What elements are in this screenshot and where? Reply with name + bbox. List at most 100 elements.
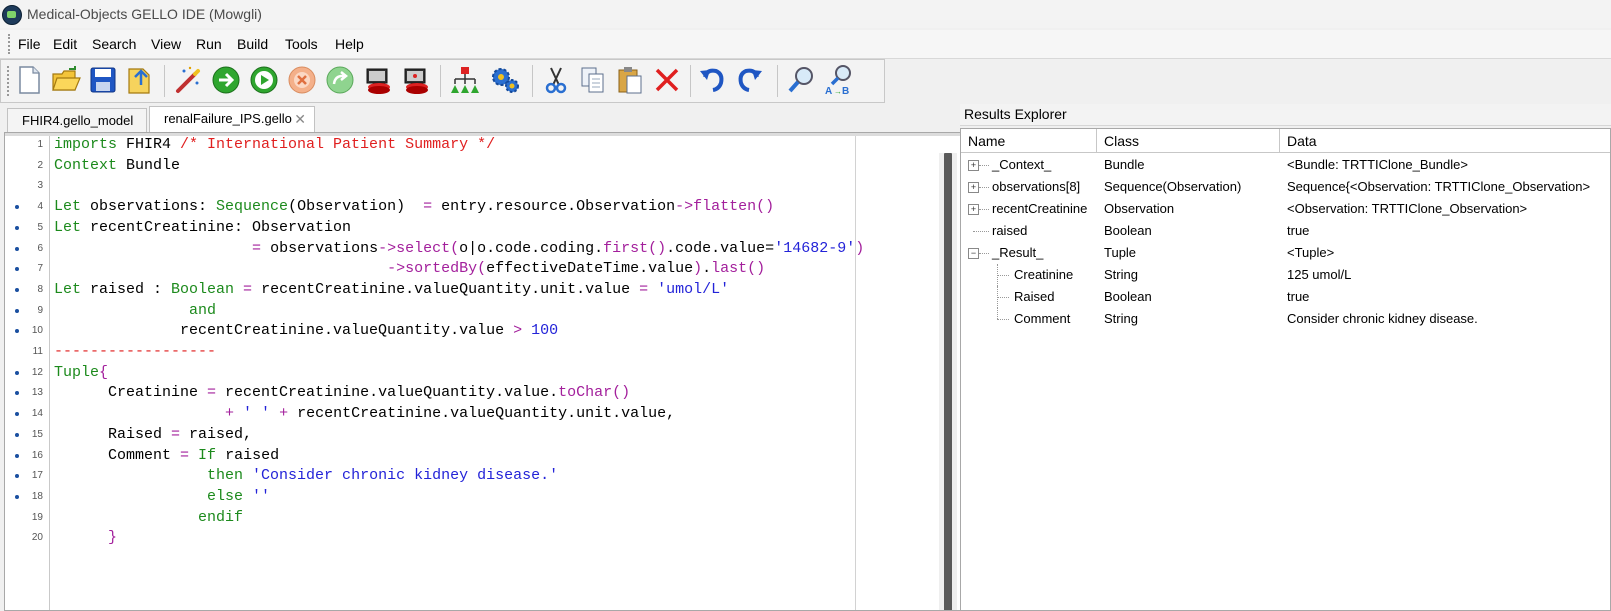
code-token: then [207, 467, 253, 485]
replace-icon: A → B [825, 65, 851, 96]
replace-button[interactable]: A → B [822, 63, 856, 97]
debug-button[interactable] [361, 63, 395, 97]
breakpoint-marker-icon[interactable] [15, 225, 19, 230]
undo-button[interactable] [695, 63, 729, 97]
code-token: and [189, 301, 217, 319]
open-button[interactable] [49, 63, 83, 97]
menu-build[interactable]: Build [237, 36, 268, 52]
code-line[interactable]: 19 endif [5, 507, 935, 528]
result-row[interactable]: + recentCreatinine Observation <Observation… [961, 198, 1610, 220]
line-number: 7 [37, 263, 43, 275]
code-line[interactable]: 12 Tuple{ [5, 362, 935, 383]
toolbar: A → B [0, 59, 885, 103]
result-row[interactable]: Creatinine String 125 umol/L [961, 264, 1610, 286]
breakpoint-marker-icon[interactable] [15, 246, 19, 251]
stop-button[interactable] [285, 63, 319, 97]
column-header-name[interactable]: Name [961, 129, 1097, 153]
menu-file[interactable]: File [18, 36, 41, 52]
line-number: 5 [37, 221, 43, 233]
collapse-icon[interactable]: − [968, 248, 979, 259]
breakpoint-marker-icon[interactable] [15, 412, 19, 417]
result-row[interactable]: Raised Boolean true [961, 286, 1610, 308]
code-line[interactable]: 6 = observations->select(o|o.code.coding… [5, 238, 935, 259]
menu-edit[interactable]: Edit [53, 36, 77, 52]
expand-icon[interactable]: + [968, 160, 979, 171]
go-button[interactable] [209, 63, 243, 97]
debug2-button[interactable] [399, 63, 433, 97]
code-line[interactable]: 8 Let raised : Boolean = recentCreatinine… [5, 279, 935, 300]
result-row[interactable]: + _Context_ Bundle <Bundle: TRTTIClone_Bund… [961, 154, 1610, 176]
line-number: 11 [32, 346, 43, 357]
save-icon [90, 67, 116, 93]
breakpoint-marker-icon[interactable] [15, 308, 19, 313]
result-row[interactable]: Comment String Consider chronic kidney dis… [961, 308, 1610, 330]
find-button[interactable] [784, 63, 818, 97]
result-row[interactable]: − _Result_ Tuple <Tuple> [961, 242, 1610, 264]
code-line[interactable]: 20 } [5, 527, 935, 548]
menu-run[interactable]: Run [196, 36, 222, 52]
scrollbar-thumb[interactable] [944, 153, 952, 610]
new-file-button[interactable] [12, 63, 46, 97]
settings-button[interactable] [488, 63, 522, 97]
code-line[interactable]: 1 imports FHIR4 /* International Patient … [5, 134, 935, 155]
tab-fhir4-model[interactable]: FHIR4.gello_model [7, 108, 147, 132]
tab-renalfailure[interactable]: renalFailure_IPS.gello ✕ [149, 106, 315, 132]
run-button[interactable] [247, 63, 281, 97]
result-row[interactable]: raised Boolean true [961, 220, 1610, 242]
code-line[interactable]: 4 Let observations: Sequence(Observation)… [5, 196, 935, 217]
tab-label: FHIR4.gello_model [22, 113, 134, 128]
breakpoint-marker-icon[interactable] [15, 329, 19, 334]
breakpoint-marker-icon[interactable] [15, 494, 19, 499]
code-line[interactable]: 9 and [5, 300, 935, 321]
vertical-scrollbar[interactable] [939, 153, 957, 610]
code-token: Raised [54, 425, 172, 443]
code-token: = [639, 280, 658, 298]
open-recent-button[interactable] [123, 63, 157, 97]
tree-connector [979, 209, 989, 210]
breakpoint-marker-icon[interactable] [15, 287, 19, 292]
cut-button[interactable] [539, 63, 573, 97]
breakpoint-marker-icon[interactable] [15, 453, 19, 458]
expand-icon[interactable]: + [968, 182, 979, 193]
code-editor[interactable]: 1 imports FHIR4 /* International Patient … [4, 132, 962, 611]
close-tab-icon[interactable]: ✕ [294, 107, 306, 131]
paste-button[interactable] [613, 63, 647, 97]
breakpoint-marker-icon[interactable] [15, 391, 19, 396]
breakpoint-marker-icon[interactable] [15, 474, 19, 479]
breakpoint-marker-icon[interactable] [15, 432, 19, 437]
code-line[interactable]: 3 [5, 175, 935, 196]
code-line[interactable]: 5 Let recentCreatinine: Observation [5, 217, 935, 238]
code-text: recentCreatinine.valueQuantity.value > 1… [54, 320, 558, 341]
breakpoint-marker-icon[interactable] [15, 370, 19, 375]
code-line[interactable]: 7 ->sortedBy(effectiveDateTime.value).la… [5, 258, 935, 279]
code-line[interactable]: 13 Creatinine = recentCreatinine.valueQu… [5, 382, 935, 403]
column-header-data[interactable]: Data [1280, 129, 1610, 153]
expand-icon[interactable]: + [968, 204, 979, 215]
code-line[interactable]: 16 Comment = If raised [5, 445, 935, 466]
results-explorer[interactable]: Name Class Data + _Context_ Bundle <Bundle:… [960, 128, 1611, 611]
code-line[interactable]: 11 ------------------ [5, 341, 935, 362]
wizard-button[interactable] [171, 63, 205, 97]
settings-gears-icon [492, 68, 519, 93]
code-line[interactable]: 14 + ' ' + recentCreatinine.valueQuantit… [5, 403, 935, 424]
toolbar-separator [777, 65, 778, 97]
redo-button[interactable] [733, 63, 767, 97]
step-button[interactable] [323, 63, 357, 97]
code-line[interactable]: 18 else '' [5, 486, 935, 507]
code-line[interactable]: 17 then 'Consider chronic kidney disease… [5, 465, 935, 486]
delete-button[interactable] [650, 63, 684, 97]
code-line[interactable]: 2 Context Bundle [5, 155, 935, 176]
save-button[interactable] [86, 63, 120, 97]
copy-button[interactable] [576, 63, 610, 97]
hierarchy-button[interactable] [448, 63, 482, 97]
menu-view[interactable]: View [151, 36, 181, 52]
menu-help[interactable]: Help [335, 36, 364, 52]
menu-search[interactable]: Search [92, 36, 136, 52]
breakpoint-marker-icon[interactable] [15, 267, 19, 272]
breakpoint-marker-icon[interactable] [15, 205, 19, 210]
result-row[interactable]: + observations[8] Sequence(Observation) Seq… [961, 176, 1610, 198]
code-line[interactable]: 15 Raised = raised, [5, 424, 935, 445]
menu-tools[interactable]: Tools [285, 36, 318, 52]
code-line[interactable]: 10 recentCreatinine.valueQuantity.value … [5, 320, 935, 341]
column-header-class[interactable]: Class [1097, 129, 1280, 153]
